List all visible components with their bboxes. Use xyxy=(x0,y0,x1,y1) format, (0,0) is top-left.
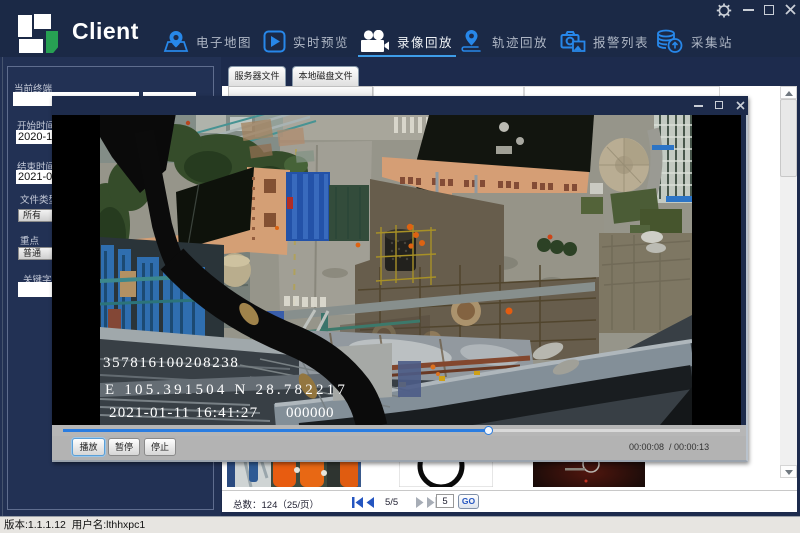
svg-text:2021-01-11 16:41:27: 2021-01-11 16:41:27 xyxy=(109,405,258,421)
svg-text:357816100208238: 357816100208238 xyxy=(103,355,240,371)
svg-text:E 105.391504 N 28.782217: E 105.391504 N 28.782217 xyxy=(105,382,348,398)
svg-text:000000: 000000 xyxy=(286,405,334,421)
